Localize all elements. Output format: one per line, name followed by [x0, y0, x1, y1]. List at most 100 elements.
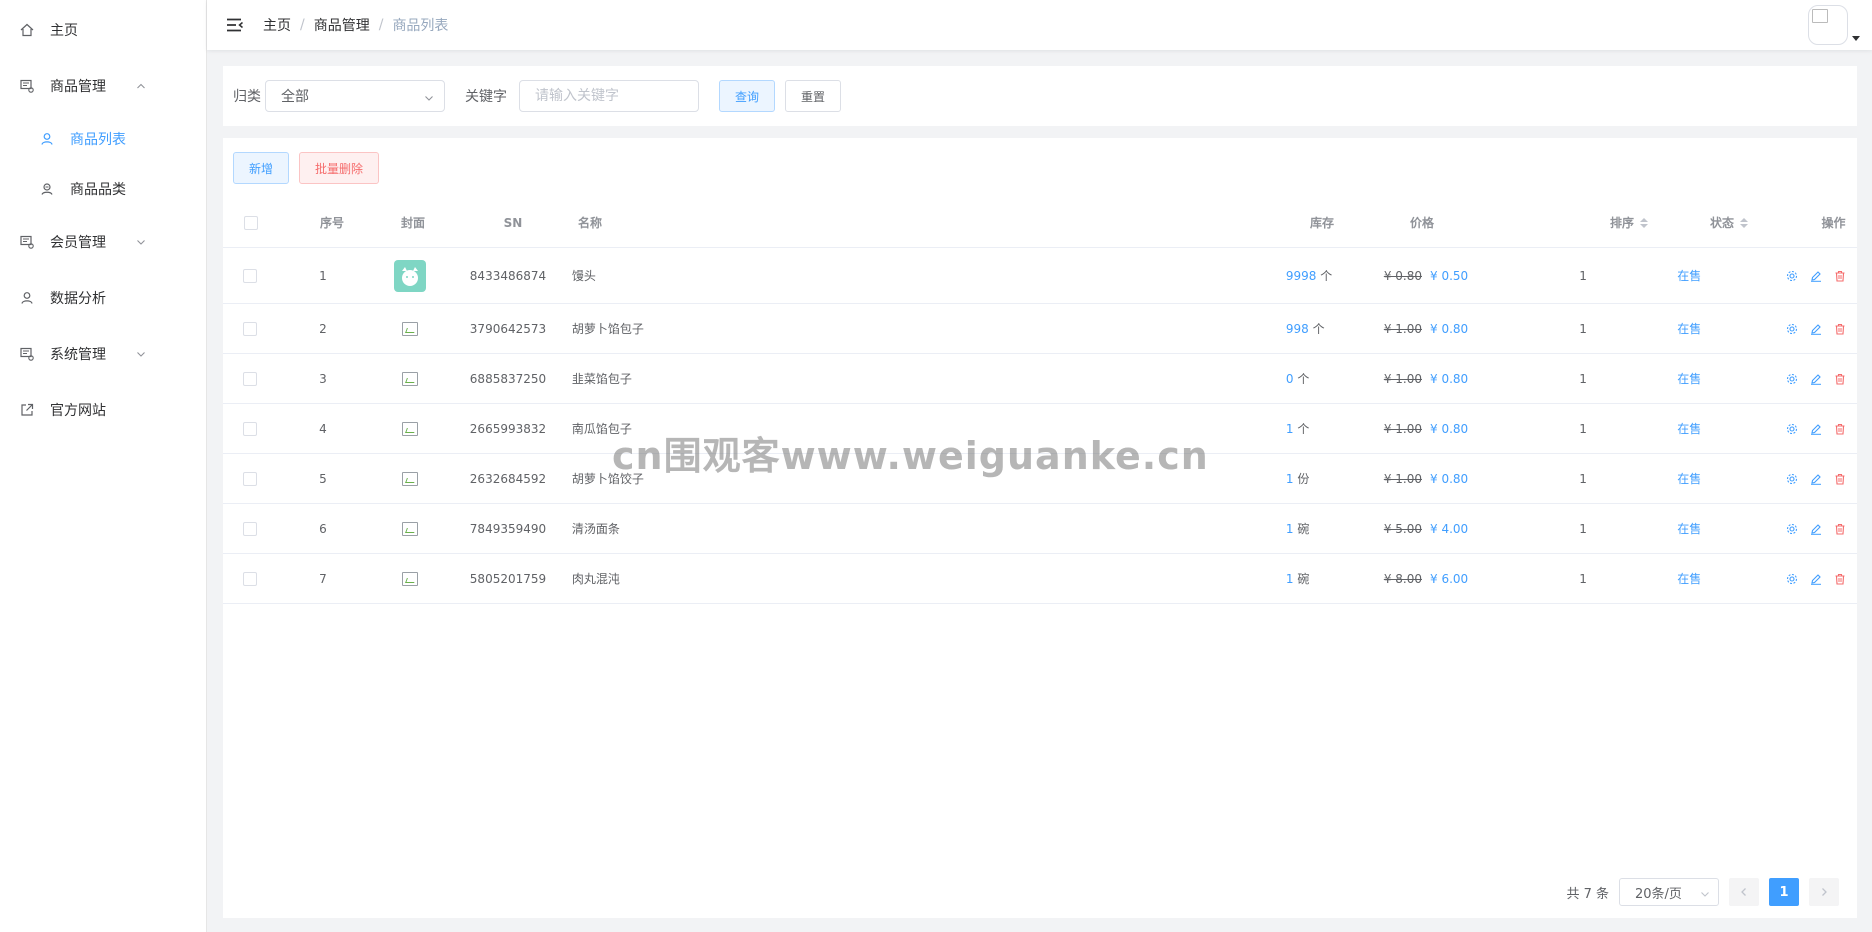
status-link[interactable]: 在售	[1677, 470, 1701, 487]
cell-index: 4	[319, 421, 327, 436]
sort-caret-icon[interactable]	[1740, 217, 1749, 228]
stock-value[interactable]: 998	[1286, 322, 1309, 336]
setting-icon[interactable]	[1785, 572, 1799, 586]
stock-value[interactable]: 1	[1286, 572, 1294, 586]
cell-status: 在售	[1667, 370, 1775, 387]
row-checkbox[interactable]	[243, 471, 258, 486]
delete-icon[interactable]	[1833, 522, 1847, 536]
cell-price: ¥ 0.80 ¥ 0.50	[1374, 269, 1569, 283]
edit-icon[interactable]	[1809, 372, 1823, 386]
status-link[interactable]: 在售	[1677, 520, 1701, 537]
menu-fold-icon[interactable]	[223, 13, 247, 37]
breadcrumb-home[interactable]: 主页	[263, 15, 291, 35]
row-checkbox[interactable]	[243, 571, 258, 586]
sidebar-item-label: 商品管理	[50, 79, 106, 95]
sort-caret-icon[interactable]	[1640, 217, 1649, 228]
chevron-down-icon	[136, 237, 146, 247]
keyword-input[interactable]	[519, 80, 699, 112]
select-all-checkbox[interactable]	[243, 215, 258, 230]
cell-sn: 2665993832	[469, 421, 547, 436]
col-status[interactable]: 状态	[1700, 214, 1810, 231]
cell-stock: 1 份	[1276, 470, 1374, 487]
cell-sn: 2632684592	[469, 471, 547, 486]
setting-icon[interactable]	[1785, 372, 1799, 386]
sidebar-item-goods[interactable]: 商品管理	[0, 58, 206, 114]
setting-icon[interactable]	[1785, 322, 1799, 336]
sidebar-item-analysis[interactable]: 数据分析	[0, 270, 206, 326]
page-number[interactable]: 1	[1769, 878, 1799, 906]
breadcrumb-goods[interactable]: 商品管理	[314, 15, 370, 35]
delete-icon[interactable]	[1833, 422, 1847, 436]
reset-button[interactable]: 重置	[785, 80, 841, 112]
setting-icon[interactable]	[1785, 472, 1799, 486]
row-checkbox[interactable]	[243, 521, 258, 536]
category-icon	[40, 182, 54, 196]
edit-icon[interactable]	[1809, 472, 1823, 486]
sidebar-item-goods-list[interactable]: 商品列表	[0, 114, 206, 164]
stock-value[interactable]: 1	[1286, 472, 1294, 486]
sidebar-item-official-site[interactable]: 官方网站	[0, 382, 206, 438]
col-ops: 操作	[1821, 216, 1846, 230]
edit-icon[interactable]	[1809, 522, 1823, 536]
stock-value[interactable]: 1	[1286, 522, 1294, 536]
avatar[interactable]	[1808, 5, 1848, 45]
category-select[interactable]: 全部	[265, 80, 445, 112]
status-link[interactable]: 在售	[1677, 570, 1701, 587]
user-icon	[40, 132, 54, 146]
delete-icon[interactable]	[1833, 269, 1847, 283]
caret-down-icon	[1852, 36, 1860, 41]
row-checkbox[interactable]	[243, 421, 258, 436]
cell-ops	[1775, 269, 1857, 283]
edit-icon[interactable]	[1809, 269, 1823, 283]
broken-image-icon	[402, 371, 419, 386]
sale-price: ¥ 6.00	[1430, 571, 1469, 586]
delete-icon[interactable]	[1833, 372, 1847, 386]
edit-icon[interactable]	[1809, 322, 1823, 336]
table-row: 5 2632684592 胡萝卜馅饺子 1 份 ¥ 1.00 ¥ 0.80 1 在售	[223, 454, 1857, 504]
setting-icon[interactable]	[1785, 522, 1799, 536]
next-page-button[interactable]	[1809, 878, 1839, 906]
col-sort[interactable]: 排序	[1600, 214, 1700, 231]
broken-image-icon	[402, 521, 419, 536]
stock-value[interactable]: 1	[1286, 422, 1294, 436]
status-link[interactable]: 在售	[1677, 420, 1701, 437]
analysis-icon	[20, 291, 34, 305]
delete-icon[interactable]	[1833, 322, 1847, 336]
sidebar-item-member[interactable]: 会员管理	[0, 214, 206, 270]
stock-value[interactable]: 0	[1286, 372, 1294, 386]
sale-price: ¥ 0.80	[1430, 371, 1469, 386]
search-button[interactable]: 查询	[719, 80, 775, 112]
cell-ops	[1775, 572, 1857, 586]
status-link[interactable]: 在售	[1677, 267, 1701, 284]
top-header: 主页 / 商品管理 / 商品列表	[207, 0, 1872, 50]
delete-icon[interactable]	[1833, 472, 1847, 486]
col-stock: 库存	[1310, 216, 1335, 230]
chevron-down-icon	[424, 91, 434, 101]
user-menu[interactable]	[1808, 5, 1860, 45]
delete-icon[interactable]	[1833, 572, 1847, 586]
edit-icon[interactable]	[1809, 572, 1823, 586]
setting-icon[interactable]	[1785, 422, 1799, 436]
sidebar-item-goods-category[interactable]: 商品品类	[0, 164, 206, 214]
prev-page-button[interactable]	[1729, 878, 1759, 906]
sidebar-item-label: 会员管理	[50, 235, 106, 251]
setting-icon[interactable]	[1785, 269, 1799, 283]
page-size-select[interactable]: 20条/页	[1619, 878, 1719, 906]
row-checkbox[interactable]	[243, 321, 258, 336]
add-button[interactable]: 新增	[233, 152, 289, 184]
status-link[interactable]: 在售	[1677, 320, 1701, 337]
row-checkbox[interactable]	[243, 268, 258, 283]
cell-sn: 8433486874	[469, 268, 547, 283]
row-checkbox[interactable]	[243, 371, 258, 386]
sidebar-item-home[interactable]: 主页	[0, 2, 206, 58]
col-cover: 封面	[400, 216, 425, 230]
batch-delete-button[interactable]: 批量删除	[299, 152, 379, 184]
col-price: 价格	[1410, 216, 1435, 230]
status-link[interactable]: 在售	[1677, 370, 1701, 387]
cell-sort: 1	[1579, 421, 1587, 436]
col-sn: SN	[503, 215, 523, 230]
stock-unit: 个	[1312, 322, 1325, 336]
edit-icon[interactable]	[1809, 422, 1823, 436]
sidebar-item-system[interactable]: 系统管理	[0, 326, 206, 382]
stock-value[interactable]: 9998	[1286, 269, 1317, 283]
